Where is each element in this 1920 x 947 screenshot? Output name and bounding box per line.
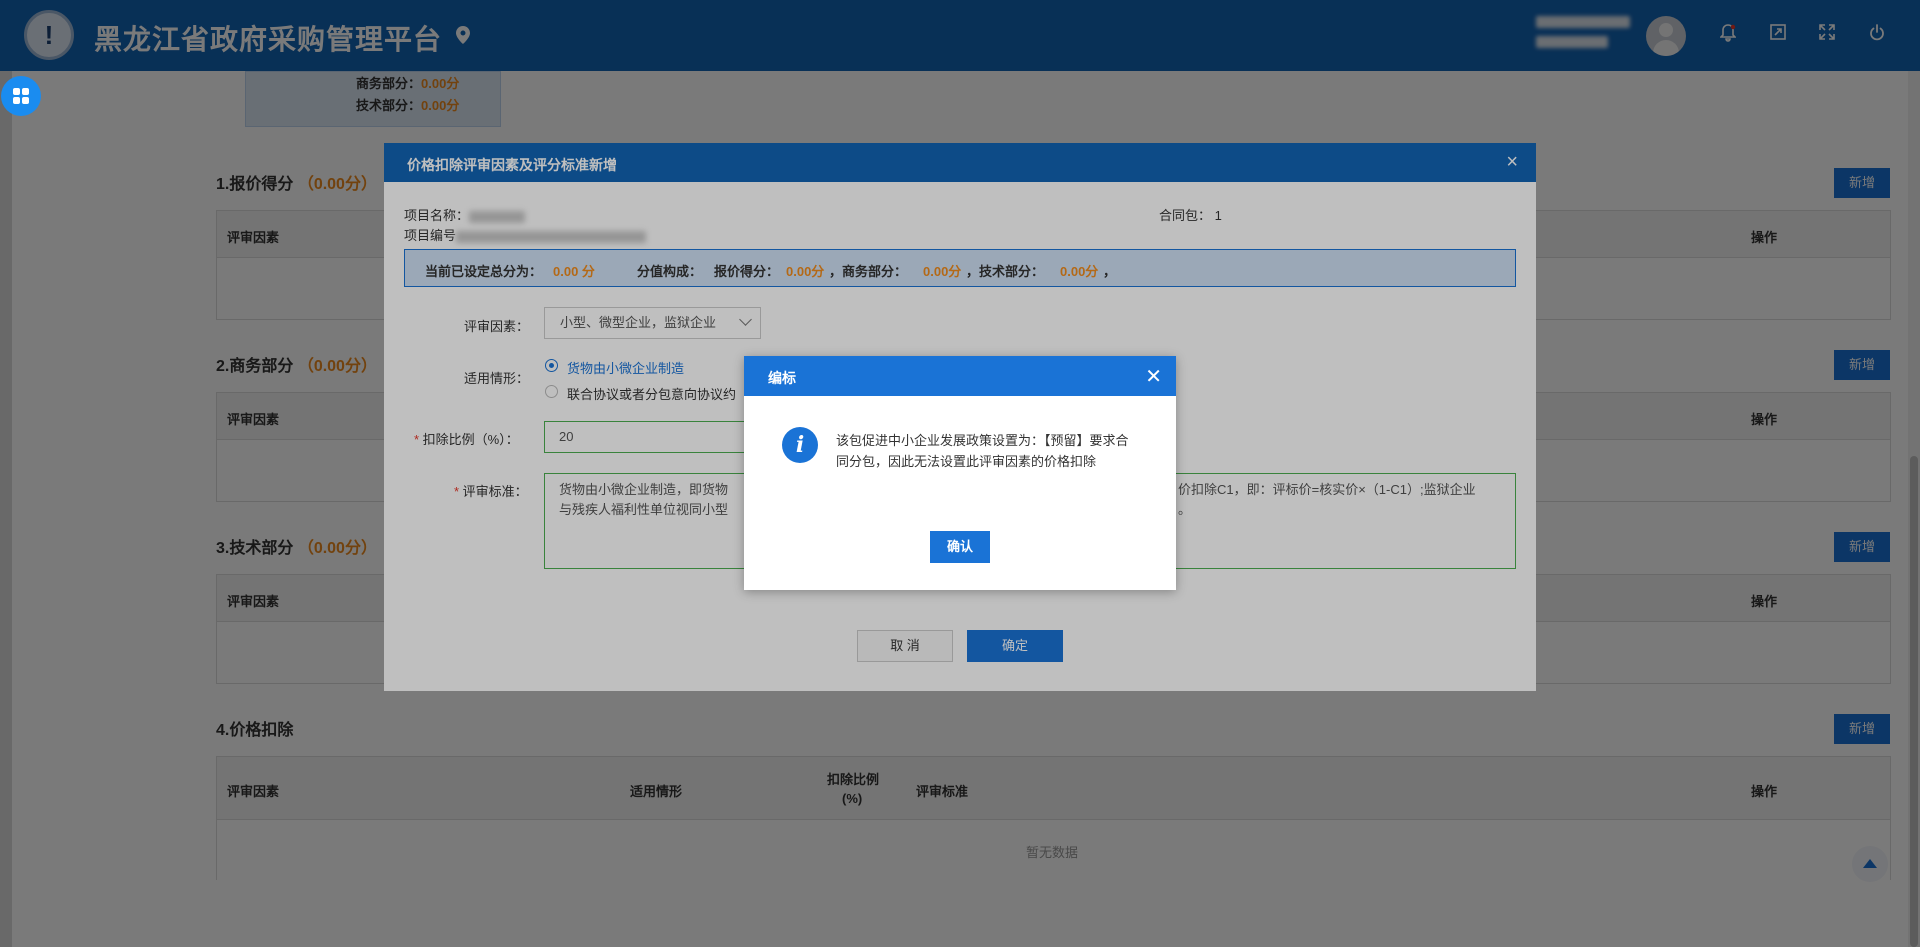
info-icon: i xyxy=(782,427,818,463)
alert-confirm-button[interactable]: 确认 xyxy=(930,531,990,563)
menu-grid-icon[interactable] xyxy=(1,76,41,116)
alert-close-icon[interactable]: ✕ xyxy=(1145,364,1162,389)
alert-title: 编标 xyxy=(768,370,796,386)
alert-dialog: 编标 ✕ i 该包促进中小企业发展政策设置为：【预留】要求合同分包，因此无法设置… xyxy=(744,356,1176,590)
alert-message: 该包促进中小企业发展政策设置为：【预留】要求合同分包，因此无法设置此评审因素的价… xyxy=(836,433,1129,469)
